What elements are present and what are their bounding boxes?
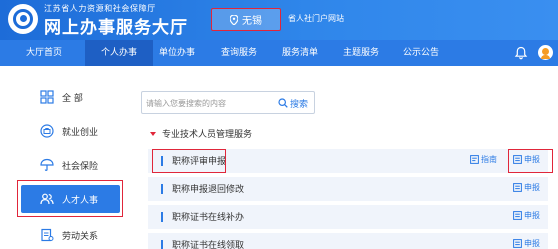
apply-button[interactable]: 申报 [513, 182, 540, 193]
highlight-frame-service [152, 149, 226, 173]
sidebar-item-label: 就业创业 [62, 127, 99, 138]
service-name: 职称证书在线补办 [172, 213, 245, 223]
sidebar-item-label: 全 部 [62, 93, 83, 104]
top-header: 江苏省人力资源和社会保障厅 网上办事服务大厅 无锡 省人社门户网站 [0, 0, 558, 40]
briefcase-circle-icon [40, 124, 54, 138]
guide-icon [470, 155, 479, 164]
nav-item-home[interactable]: 大厅首页 [18, 40, 70, 66]
document-icon [41, 228, 54, 242]
service-row[interactable]: 职称证书在线补办 申报 [148, 205, 548, 229]
sidebar-item-social-insurance[interactable]: 社会保险 [21, 151, 120, 179]
main-nav: 大厅首页 个人办事 单位办事 查询服务 服务清单 主题服务 公示公告 [0, 40, 558, 66]
search-icon [278, 98, 288, 108]
sidebar-item-label: 劳动关系 [62, 231, 99, 242]
city-selector[interactable]: 无锡 [211, 8, 281, 31]
search-input[interactable] [146, 95, 276, 111]
apply-button[interactable]: 申报 [513, 238, 540, 249]
city-label: 无锡 [242, 16, 262, 27]
apply-label: 申报 [524, 183, 540, 192]
nav-item-service-list[interactable]: 服务清单 [275, 40, 325, 66]
service-row[interactable]: 职称证书在线领取 申报 [148, 233, 548, 249]
row-marker [161, 240, 163, 249]
bell-icon[interactable] [514, 46, 528, 60]
row-marker [161, 212, 163, 222]
nav-item-organization[interactable]: 单位办事 [152, 40, 202, 66]
sidebar-item-all[interactable]: 全 部 [21, 83, 120, 111]
nav-item-theme[interactable]: 主题服务 [336, 40, 386, 66]
umbrella-icon [40, 158, 54, 171]
search-button[interactable]: 搜索 [278, 95, 308, 111]
highlight-frame-apply [508, 149, 553, 173]
highlight-frame-sidebar [17, 180, 123, 217]
apply-icon [513, 183, 522, 192]
row-marker [161, 184, 163, 194]
apply-label: 申报 [524, 211, 540, 220]
service-row[interactable]: 职称申报退回修改 申报 [148, 177, 548, 201]
service-name: 职称申报退回修改 [172, 185, 245, 195]
user-avatar[interactable] [538, 45, 553, 60]
service-name: 职称证书在线领取 [172, 241, 245, 249]
caret-down-icon [150, 131, 156, 136]
nav-item-query[interactable]: 查询服务 [214, 40, 264, 66]
category-title: 专业技术人员管理服务 [162, 130, 253, 140]
apply-label: 申报 [524, 239, 540, 248]
ministry-logo-icon [8, 4, 38, 34]
nav-item-notices[interactable]: 公示公告 [396, 40, 446, 66]
guide-label: 指南 [481, 155, 497, 164]
guide-button[interactable]: 指南 [470, 154, 497, 165]
apply-icon [513, 239, 522, 248]
category-header[interactable]: 专业技术人员管理服务 [150, 127, 252, 140]
sidebar-item-label: 社会保险 [62, 161, 99, 172]
sidebar-item-labor-relations[interactable]: 劳动关系 [21, 221, 120, 249]
location-pin-icon [230, 14, 238, 25]
grid-icon [40, 90, 54, 104]
portal-link[interactable]: 省人社门户网站 [288, 13, 344, 24]
nav-item-personal[interactable]: 个人办事 [85, 40, 153, 66]
system-title: 网上办事服务大厅 [44, 18, 188, 38]
apply-button[interactable]: 申报 [513, 210, 540, 221]
search-button-label: 搜索 [290, 99, 309, 110]
apply-icon [513, 211, 522, 220]
sidebar-item-employment[interactable]: 就业创业 [21, 117, 120, 145]
